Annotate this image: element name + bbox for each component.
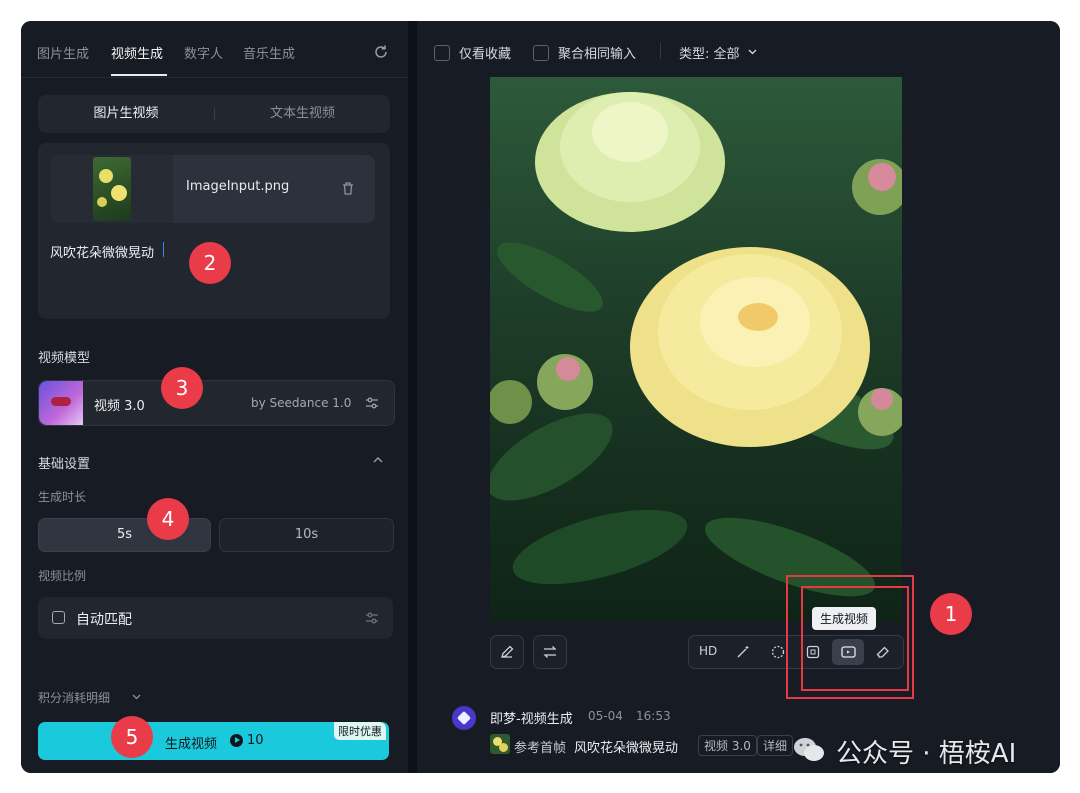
credit-icon <box>230 734 243 747</box>
divider <box>660 43 661 59</box>
promo-badge: 限时优惠 <box>334 722 386 740</box>
upload-card: ImageInput.png 风吹花朵微微晃动 <box>38 143 390 319</box>
settings-sliders-icon[interactable] <box>365 396 379 410</box>
model-section-label: 视频模型 <box>38 351 91 366</box>
tab-digital-human[interactable]: 数字人 <box>184 43 223 62</box>
history-date: 05-04 <box>588 709 623 723</box>
ratio-selector[interactable]: 自动匹配 <box>38 597 393 639</box>
type-filter-dropdown[interactable]: 类型: 全部 <box>679 43 740 62</box>
partial-redraw-icon[interactable] <box>771 645 785 659</box>
jimeng-logo-icon <box>452 706 476 730</box>
merge-same-input-checkbox[interactable] <box>533 45 549 61</box>
tab-video-gen[interactable]: 视频生成 <box>111 43 163 62</box>
active-tab-underline <box>111 74 167 76</box>
merge-same-input-label[interactable]: 聚合相同输入 <box>558 43 636 62</box>
mode-image-to-video[interactable]: 图片生视频 <box>38 95 214 133</box>
mode-text-to-video[interactable]: 文本生视频 <box>215 95 390 133</box>
model-selector[interactable]: 视频 3.0 by Seedance 1.0 <box>38 380 395 426</box>
wechat-icon <box>792 735 826 765</box>
image-thumbnail <box>93 157 131 221</box>
credits-detail-link[interactable]: 积分消耗明细 <box>38 689 110 706</box>
pencil-icon <box>500 645 514 659</box>
ratio-value: 自动匹配 <box>76 612 132 628</box>
regenerate-button[interactable] <box>533 635 567 669</box>
step-badge-1: 1 <box>930 593 972 635</box>
image-thumbnail-frame <box>51 155 173 223</box>
step-badge-5: 5 <box>111 716 153 758</box>
detail-tag[interactable]: 详细 <box>757 735 794 756</box>
delete-icon[interactable] <box>341 181 355 196</box>
watermark-text: 公众号 · 梧桉AI <box>836 739 1017 769</box>
chevron-up-icon[interactable] <box>372 455 384 465</box>
uploaded-file-row: ImageInput.png <box>51 155 375 223</box>
model-thumbnail <box>39 381 83 425</box>
duration-label: 生成时长 <box>38 490 87 504</box>
generate-label: 生成视频 <box>165 737 218 752</box>
favorites-only-checkbox[interactable] <box>434 45 450 61</box>
favorites-only-label[interactable]: 仅看收藏 <box>459 43 511 62</box>
history-prompt: 风吹花朵微微晃动 <box>574 741 679 756</box>
step-badge-3: 3 <box>161 367 203 409</box>
history-time: 16:53 <box>636 709 671 723</box>
generate-video-button[interactable]: 生成视频 10 限时优惠 <box>38 722 389 760</box>
magic-wand-icon[interactable] <box>736 645 750 659</box>
edit-button[interactable] <box>490 635 524 669</box>
right-panel: 仅看收藏 聚合相同输入 类型: 全部 HD 生成视频 即梦-视频生成 05-04… <box>417 21 1060 773</box>
hd-button[interactable]: HD <box>699 644 717 658</box>
file-name: ImageInput.png <box>186 179 290 194</box>
reference-frame-label: 参考首帧 <box>514 741 567 756</box>
left-panel: 图片生成 视频生成 数字人 音乐生成 图片生视频 文本生视频 ImageInpu… <box>21 21 408 773</box>
reference-thumbnail <box>490 734 510 754</box>
mode-switch: 图片生视频 文本生视频 <box>38 95 390 133</box>
history-title: 即梦-视频生成 <box>490 712 573 727</box>
ratio-label: 视频比例 <box>38 569 87 583</box>
chevron-down-icon[interactable] <box>747 47 758 56</box>
text-cursor <box>163 242 164 257</box>
step-badge-4: 4 <box>147 498 189 540</box>
highlight-box <box>801 586 909 691</box>
model-provider: by Seedance 1.0 <box>251 396 352 410</box>
prompt-text[interactable]: 风吹花朵微微晃动 <box>50 242 154 261</box>
model-name: 视频 3.0 <box>94 399 145 414</box>
model-tag: 视频 3.0 <box>698 735 757 756</box>
chevron-down-icon[interactable] <box>131 692 142 701</box>
refresh-icon[interactable] <box>373 44 389 60</box>
divider <box>21 77 408 78</box>
aspect-ratio-icon <box>52 611 65 624</box>
generated-image-peony[interactable] <box>490 77 902 621</box>
settings-sliders-icon[interactable] <box>365 611 379 625</box>
basic-settings-title: 基础设置 <box>38 457 91 472</box>
tab-music-gen[interactable]: 音乐生成 <box>243 43 295 62</box>
generate-cost: 10 <box>247 733 264 748</box>
tab-image-gen[interactable]: 图片生成 <box>37 43 89 62</box>
swap-icon <box>542 645 558 659</box>
step-badge-2: 2 <box>189 242 231 284</box>
duration-10s-button[interactable]: 10s <box>219 518 394 552</box>
